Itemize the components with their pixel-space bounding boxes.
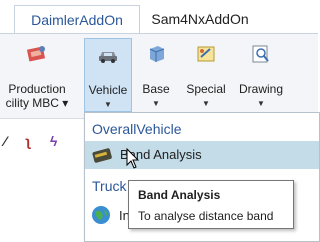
drawing-dropdown-arrow: ▼ xyxy=(257,99,265,108)
tab-sam4nxaddon[interactable]: Sam4NxAddOn xyxy=(148,5,252,33)
tab-daimleraddon[interactable]: DaimlerAddOn xyxy=(14,5,140,34)
line-tool-icon[interactable]: ⁄ xyxy=(4,133,6,149)
tooltip: Band Analysis To analyse distance band xyxy=(128,180,294,229)
spline-tool-icon[interactable]: ϟ xyxy=(50,133,57,149)
production-label: Production xyxy=(8,82,66,96)
drawing-button[interactable]: Drawing ▼ xyxy=(234,38,288,110)
tooltip-title: Band Analysis xyxy=(138,188,221,202)
section-header-overallvehicle: OverallVehicle xyxy=(92,121,182,137)
vehicle-label: Vehicle xyxy=(88,83,128,97)
base-dropdown-arrow: ▼ xyxy=(152,99,160,108)
drawing-icon xyxy=(247,42,275,66)
production-facility-button[interactable]: Production cility MBC ▾ xyxy=(0,38,74,110)
ribbon-panel: Production cility MBC ▾ Vehicle ▼ Base ▼ xyxy=(0,33,318,119)
special-button[interactable]: Special ▼ xyxy=(183,38,229,110)
ribbon-tab-bar: DaimlerAddOn Sam4NxAddOn xyxy=(0,0,318,34)
special-label: Special xyxy=(186,82,226,96)
base-button[interactable]: Base ▼ xyxy=(134,38,178,110)
special-dropdown-arrow: ▼ xyxy=(202,99,210,108)
base-label: Base xyxy=(142,82,170,96)
band-analysis-icon xyxy=(91,145,115,165)
vehicle-dropdown-arrow: ▼ xyxy=(104,100,112,109)
drawing-label: Drawing xyxy=(238,82,283,96)
vehicle-button[interactable]: Vehicle ▼ xyxy=(84,38,132,112)
section-header-truck: Truck xyxy=(92,178,127,194)
menu-item-band-analysis[interactable]: Band Analysis xyxy=(85,141,319,169)
production-label-2: cility MBC ▾ xyxy=(5,96,69,110)
secondary-toolbar: ⁄ ʅ ϟ xyxy=(0,131,85,153)
mouse-cursor-icon xyxy=(126,147,140,170)
curve-tool-icon[interactable]: ʅ xyxy=(26,133,31,149)
globe-icon xyxy=(90,204,112,226)
car-icon xyxy=(94,43,122,67)
tooltip-description: To analyse distance band xyxy=(138,209,274,223)
production-facility-icon xyxy=(23,42,51,66)
cube-icon xyxy=(142,42,170,66)
special-icon xyxy=(192,42,220,66)
